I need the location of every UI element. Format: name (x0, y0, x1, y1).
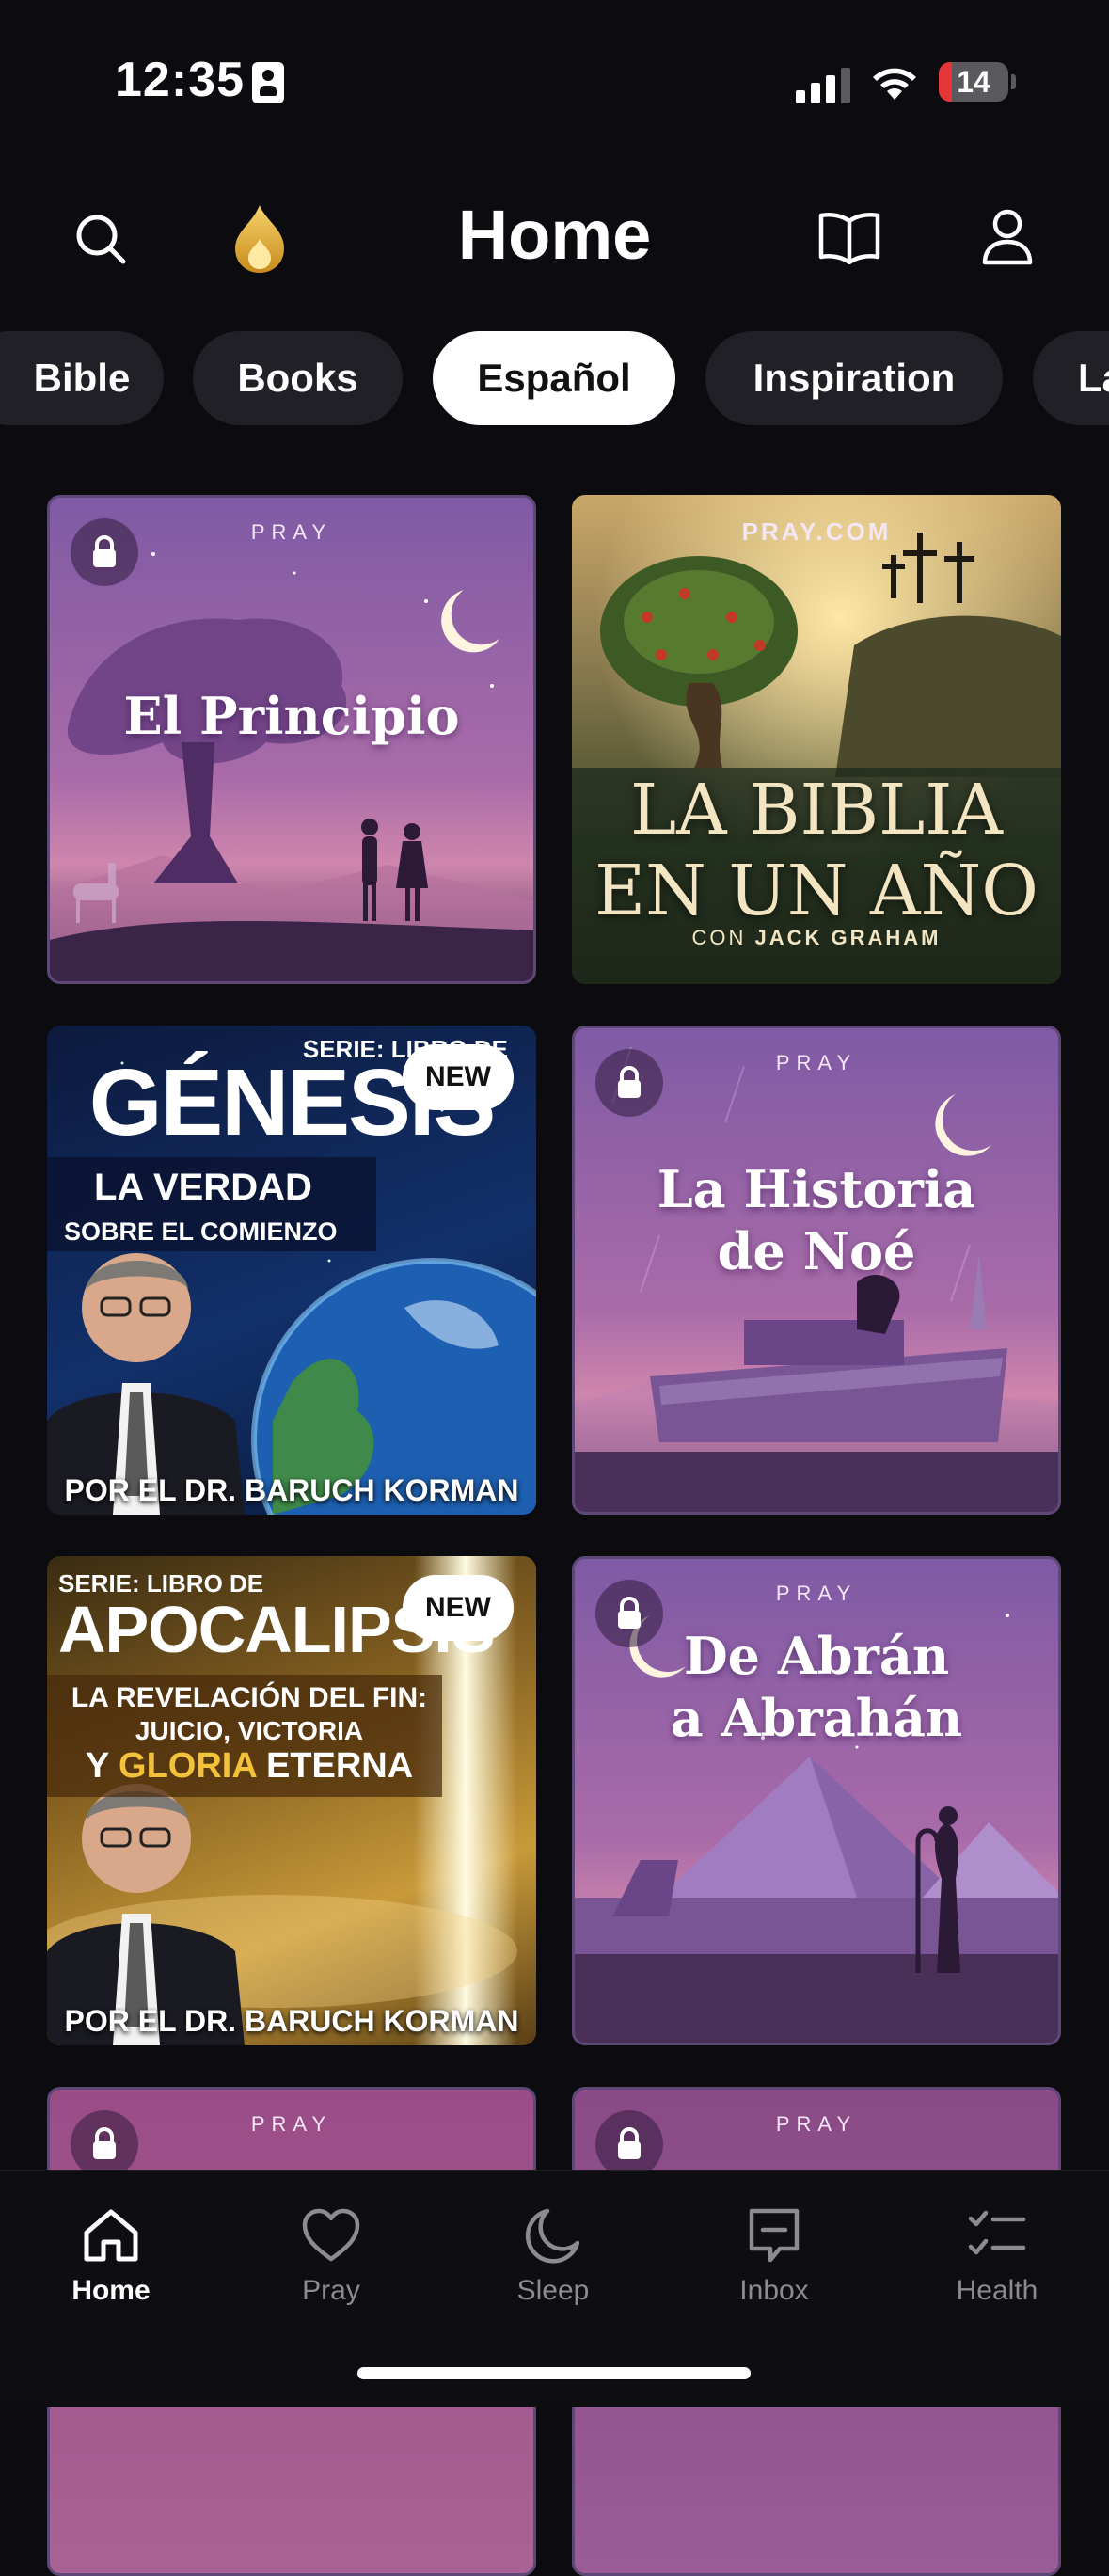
card-title: El Principio (123, 686, 460, 746)
tab-books[interactable]: Books (193, 331, 403, 425)
page-title: Home (457, 196, 652, 274)
profile-icon (982, 209, 1033, 265)
status-bar: 12:35 14 (0, 0, 1109, 160)
wifi-icon (873, 68, 916, 100)
content-card-el-principio[interactable]: PRAY El Principio (47, 495, 536, 984)
author-label: POR EL DR. BARUCH KORMAN (64, 2004, 519, 2038)
home-indicator[interactable] (357, 2367, 751, 2379)
nav-pray-label: Pray (302, 2275, 360, 2306)
nav-inbox[interactable]: Inbox (689, 2198, 859, 2307)
card-title-line1: De Abrán (683, 1626, 950, 1686)
tab-inspiration[interactable]: Inspiration (705, 331, 1003, 425)
library-button[interactable] (815, 204, 884, 270)
brand-label: PRAY (775, 1051, 858, 1074)
card-title-line2: de Noé (717, 1221, 916, 1281)
author-label: POR EL DR. BARUCH KORMAN (64, 1473, 519, 1507)
brand-label: PRAY.COM (741, 517, 892, 546)
new-badge: NEW (403, 1575, 514, 1641)
new-badge: NEW (403, 1044, 514, 1110)
message-icon (749, 2208, 800, 2263)
brand-label: PRAY (775, 2112, 858, 2136)
tab-bible[interactable]: Bible (0, 331, 164, 425)
content-card-apocalipsis[interactable]: SERIE: LIBRO DE APOCALIPSIS LA REVELACIÓ… (47, 1556, 536, 2045)
nav-health[interactable]: Health (912, 2198, 1082, 2307)
nav-home[interactable]: Home (26, 2198, 196, 2307)
moon-icon (525, 2208, 580, 2264)
battery-icon: 14 (939, 62, 1008, 102)
nav-inbox-label: Inbox (739, 2275, 809, 2306)
subtitle-line1: LA REVELACIÓN DEL FIN: (71, 1682, 428, 1713)
card-title-line1: La Historia (657, 1159, 976, 1219)
nav-sleep[interactable]: Sleep (468, 2198, 638, 2307)
battery-level: 14 (957, 65, 990, 99)
card-subtitle: CON JACK GRAHAM (572, 926, 1061, 950)
checklist-icon (968, 2210, 1026, 2255)
subtitle-line1: LA VERDAD (94, 1167, 312, 1208)
app-header: Home (0, 183, 1109, 296)
subtitle-line3-c: ETERNA (256, 1746, 414, 1786)
profile-button[interactable] (974, 202, 1040, 272)
nav-pray[interactable]: Pray (246, 2198, 416, 2307)
subtitle-line3-a: Y (85, 1746, 119, 1786)
content-card-genesis[interactable]: SERIE: LIBRO DE GÉNESIS LA VERDAD SOBRE … (47, 1026, 536, 1515)
nav-sleep-label: Sleep (516, 2275, 590, 2306)
card-title-line2: a Abrahán (670, 1688, 963, 1748)
subtitle-line3-highlight: GLORIA (119, 1746, 257, 1786)
subtitle-prefix: CON (691, 926, 755, 949)
nav-home-label: Home (71, 2275, 151, 2306)
subtitle-line3: Y GLORIA ETERNA (56, 1746, 442, 1787)
subtitle-name: JACK GRAHAM (754, 926, 942, 949)
content-card-la-historia-de-noe[interactable]: PRAY La Historia de Noé (572, 1026, 1061, 1515)
home-icon (84, 2209, 138, 2262)
card-title-line2: EN UN AÑO (594, 851, 1038, 931)
brand-label: PRAY (250, 520, 333, 544)
card-title-line1: LA BIBLIA (630, 770, 1003, 851)
content-card-de-abran-a-abrahan[interactable]: PRAY De Abrán a Abrahán (572, 1556, 1061, 2045)
content-card-la-biblia-en-un-ano[interactable]: PRAY.COM LA BIBLIA EN UN AÑO CON JACK GR… (572, 495, 1061, 984)
book-icon (818, 213, 880, 264)
brand-label: PRAY (775, 1582, 858, 1605)
cellular-signal-icon (796, 66, 850, 103)
tab-espanol[interactable]: Español (433, 331, 675, 425)
nav-health-label: Health (956, 2275, 1038, 2306)
brand-label: PRAY (250, 2112, 333, 2136)
contact-card-icon (252, 62, 284, 103)
status-time: 12:35 (115, 53, 245, 107)
heart-icon (302, 2208, 360, 2262)
subtitle-line2: SOBRE EL COMIENZO (64, 1217, 338, 1246)
tab-la[interactable]: La (1033, 331, 1109, 425)
subtitle-line2: JUICIO, VICTORIA (135, 1716, 364, 1745)
category-tabs: Bible Books Español Inspiration La (0, 331, 1109, 425)
